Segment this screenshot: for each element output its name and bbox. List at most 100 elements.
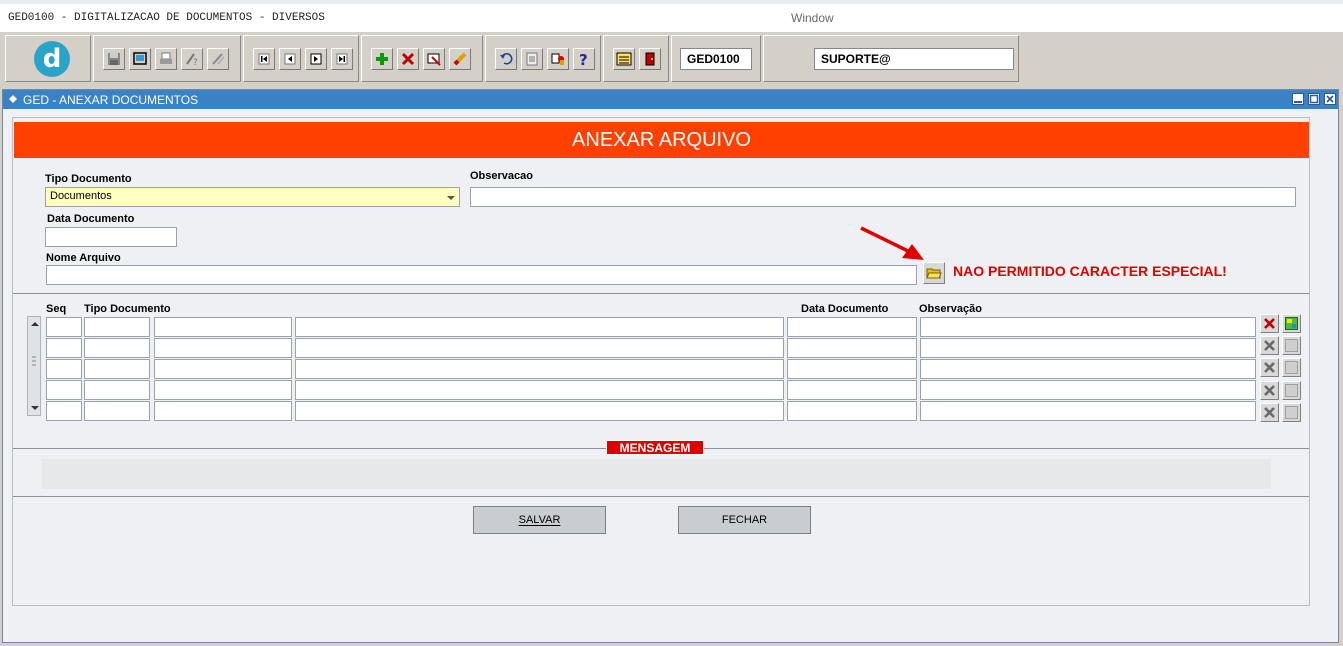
scroll-up-icon[interactable] (30, 319, 40, 329)
row-tipo-desc-cell[interactable] (154, 401, 292, 421)
save-button[interactable] (103, 48, 125, 70)
delete-icon (1264, 362, 1275, 373)
row-tipo-cell[interactable] (84, 317, 150, 337)
next-record-button[interactable] (305, 48, 327, 70)
row-view-image-button[interactable] (1282, 314, 1301, 333)
row-seq-cell[interactable] (46, 401, 82, 421)
row-nome-cell[interactable] (295, 401, 784, 421)
row-view-image-button[interactable] (1282, 381, 1301, 400)
row-data-cell[interactable] (787, 359, 917, 379)
row-view-image-button[interactable] (1282, 358, 1301, 377)
toolbar-group-menu (603, 35, 669, 82)
close-button[interactable] (1324, 93, 1336, 105)
observacao-input[interactable] (470, 187, 1296, 207)
image-icon (1285, 317, 1298, 330)
scroll-down-icon[interactable] (30, 403, 40, 413)
row-delete-button[interactable] (1260, 358, 1279, 377)
undo-button[interactable] (495, 48, 517, 70)
delete-record-button[interactable] (397, 48, 419, 70)
print-preview-icon (133, 52, 147, 65)
fechar-button[interactable]: FECHAR (678, 506, 811, 534)
row-nome-cell[interactable] (295, 338, 784, 358)
tipo-documento-select[interactable]: Documentos (45, 187, 460, 207)
browse-file-button[interactable] (923, 262, 945, 284)
insert-record-button[interactable] (371, 48, 393, 70)
keys-button[interactable] (547, 48, 569, 70)
row-seq-cell[interactable] (46, 338, 82, 358)
edit-record-button[interactable] (423, 48, 445, 70)
row-obs-cell[interactable] (920, 401, 1256, 421)
edit-record-icon (427, 53, 441, 66)
message-title: MENSAGEM (606, 440, 704, 455)
query-tool-icon (212, 53, 225, 65)
row-seq-cell[interactable] (46, 317, 82, 337)
insert-record-icon (376, 53, 388, 65)
divider (13, 293, 1309, 294)
grid-header-data-documento: Data Documento (801, 303, 889, 315)
row-view-image-button[interactable] (1282, 336, 1301, 355)
row-data-cell[interactable] (787, 338, 917, 358)
row-data-cell[interactable] (787, 401, 917, 421)
row-tipo-desc-cell[interactable] (154, 317, 292, 337)
row-delete-button[interactable] (1260, 403, 1279, 422)
window-title: GED - ANEXAR DOCUMENTOS (23, 93, 199, 107)
row-nome-cell[interactable] (295, 380, 784, 400)
help-button[interactable]: ? (573, 48, 595, 70)
row-tipo-cell[interactable] (84, 338, 150, 358)
nome-arquivo-input[interactable] (46, 265, 917, 285)
row-seq-cell[interactable] (46, 359, 82, 379)
toolbar-group-records (361, 35, 483, 82)
buttons-divider (13, 496, 1309, 497)
row-delete-button[interactable] (1260, 336, 1279, 355)
image-icon (1285, 406, 1298, 419)
app-logo: d (34, 41, 70, 77)
row-delete-button[interactable] (1260, 314, 1279, 333)
user-field: SUPORTE@ (814, 48, 1014, 70)
row-tipo-cell[interactable] (84, 401, 150, 421)
row-nome-cell[interactable] (295, 317, 784, 337)
row-delete-button[interactable] (1260, 381, 1279, 400)
row-seq-cell[interactable] (46, 380, 82, 400)
maximize-button[interactable] (1308, 93, 1320, 105)
menu-button[interactable] (613, 48, 635, 70)
previous-record-button[interactable] (279, 48, 301, 70)
message-box (42, 459, 1271, 489)
print-button[interactable] (155, 48, 177, 70)
chevron-down-icon[interactable] (447, 194, 455, 202)
window-menu[interactable]: Window (791, 11, 834, 25)
minimize-button[interactable] (1292, 93, 1304, 105)
data-documento-input[interactable] (45, 227, 177, 247)
row-data-cell[interactable] (787, 317, 917, 337)
grid-scrollbar[interactable] (27, 316, 41, 416)
toolbar-group-file: ? (93, 35, 241, 82)
window-title-bar: GED - ANEXAR DOCUMENTOS (3, 90, 1338, 109)
first-record-button[interactable] (253, 48, 275, 70)
window-menu-icon[interactable] (8, 94, 19, 105)
salvar-button[interactable]: SALVAR (473, 506, 606, 534)
row-data-cell[interactable] (787, 380, 917, 400)
row-obs-cell[interactable] (920, 338, 1256, 358)
row-obs-cell[interactable] (920, 359, 1256, 379)
row-obs-cell[interactable] (920, 380, 1256, 400)
row-view-image-button[interactable] (1282, 403, 1301, 422)
previous-record-icon (284, 53, 296, 65)
exit-button[interactable] (639, 48, 661, 70)
row-tipo-desc-cell[interactable] (154, 380, 292, 400)
query-help-button[interactable]: ? (181, 48, 203, 70)
copy-button[interactable] (521, 48, 543, 70)
print-preview-button[interactable] (129, 48, 151, 70)
row-nome-cell[interactable] (295, 359, 784, 379)
last-record-button[interactable] (331, 48, 353, 70)
row-tipo-cell[interactable] (84, 380, 150, 400)
query-help-icon: ? (186, 53, 198, 67)
user-group: SUPORTE@ (763, 35, 1019, 82)
clear-button[interactable] (449, 48, 471, 70)
module-code-group: GED0100 (671, 35, 761, 82)
row-obs-cell[interactable] (920, 317, 1256, 337)
scroll-grip-icon[interactable] (29, 355, 39, 369)
query-tool-button[interactable] (207, 48, 229, 70)
row-tipo-desc-cell[interactable] (154, 359, 292, 379)
maximize-icon (1309, 94, 1319, 104)
row-tipo-desc-cell[interactable] (154, 338, 292, 358)
row-tipo-cell[interactable] (84, 359, 150, 379)
